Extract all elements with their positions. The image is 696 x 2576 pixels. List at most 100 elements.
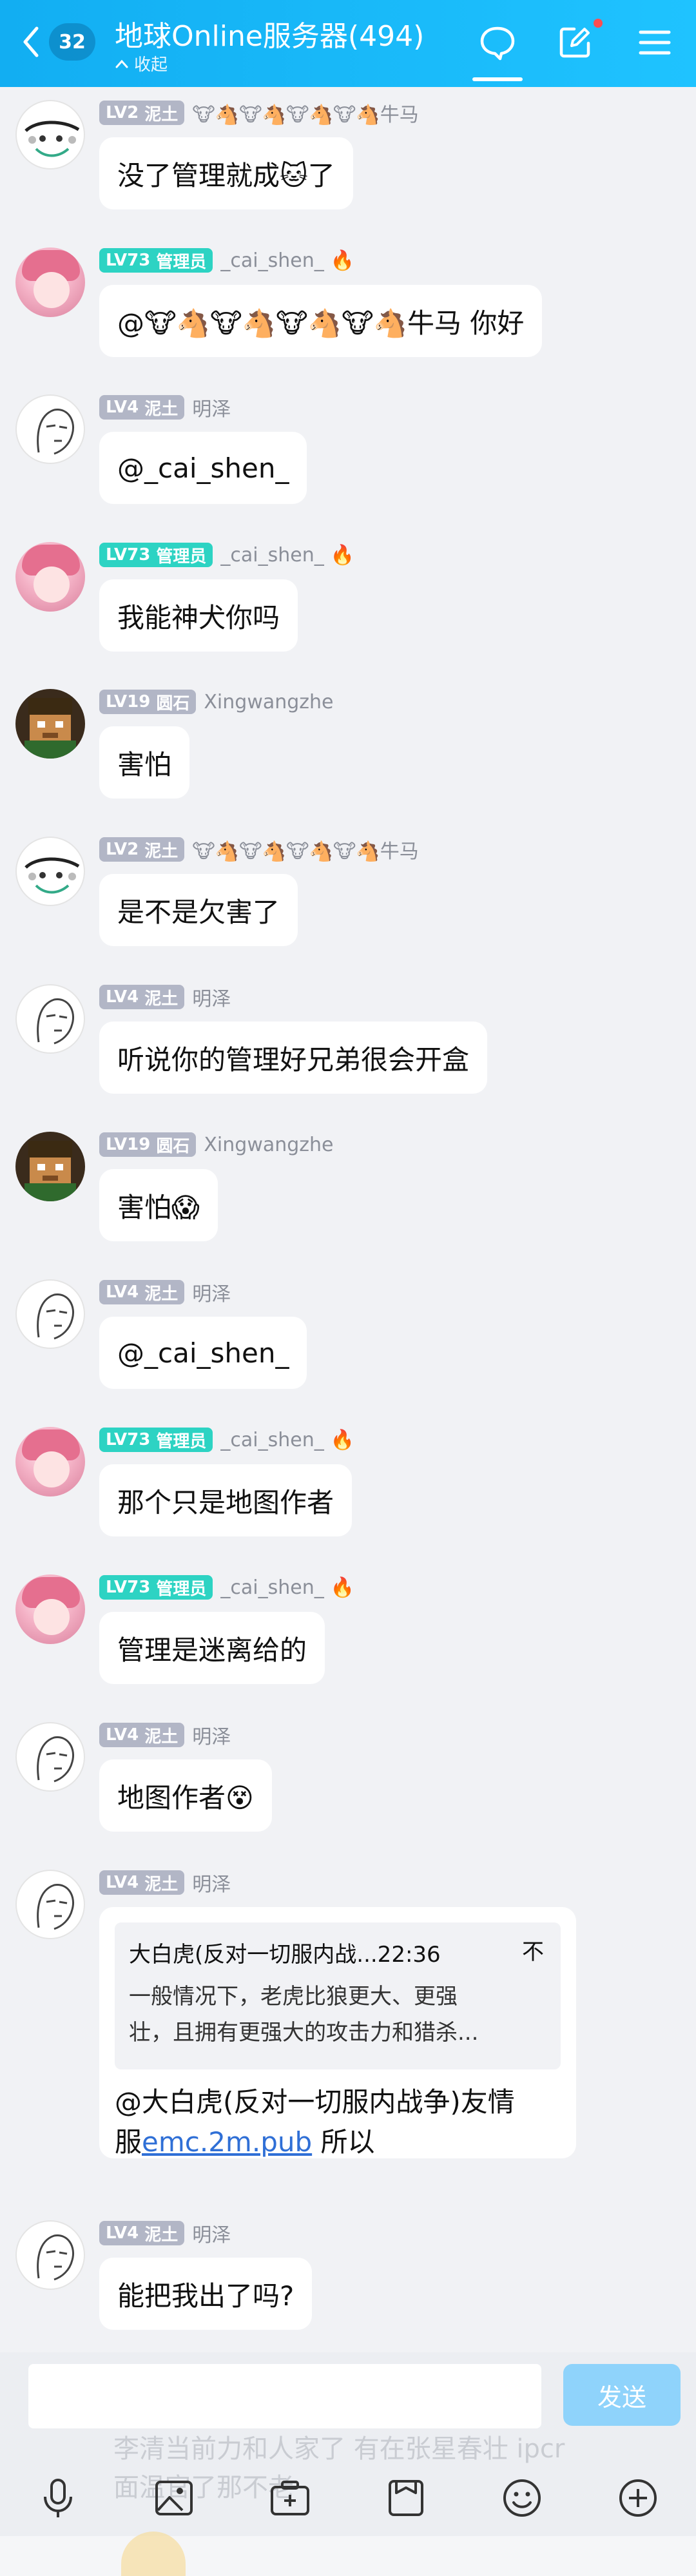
avatar[interactable] xyxy=(15,1427,85,1496)
sender-meta: LV4 泥土 明泽 xyxy=(99,1721,231,1749)
unread-count-badge: 32 xyxy=(49,23,95,61)
avatar[interactable] xyxy=(15,1722,85,1792)
fire-icon: 🔥 xyxy=(330,1428,355,1451)
sender-meta: LV2 泥土 🐮🐴🐮🐴🐮🐴🐮🐴牛马 xyxy=(99,835,419,864)
sender-name[interactable]: 明泽 xyxy=(192,1278,231,1306)
avatar[interactable] xyxy=(15,100,85,169)
camera-icon[interactable] xyxy=(266,2474,314,2523)
message-bubble[interactable]: @_cai_shen_ xyxy=(99,432,307,504)
sender-meta: LV19 圆石 Xingwangzhe xyxy=(99,688,334,716)
avatar[interactable] xyxy=(15,394,85,464)
sender-meta: LV4 泥土 明泽 xyxy=(99,983,231,1011)
level-badge: LV2 泥土 xyxy=(99,101,185,125)
sender-name[interactable]: 明泽 xyxy=(192,1721,231,1749)
level-badge: LV4 泥土 xyxy=(99,985,185,1009)
avatar[interactable] xyxy=(15,1279,85,1349)
sender-name[interactable]: 明泽 xyxy=(192,983,231,1011)
sender-name[interactable]: _cai_shen_ xyxy=(220,1429,324,1451)
message-bubble[interactable]: @_cai_shen_ xyxy=(99,1317,307,1389)
quote-body: 一般情况下，老虎比狼更大、更强 壮，且拥有更强大的攻击力和猎杀... xyxy=(129,1984,479,2046)
emoji-icon[interactable] xyxy=(498,2474,546,2523)
message-bubble[interactable]: 地图作者😵 xyxy=(99,1759,272,1832)
sender-meta: LV4 泥土 明泽 xyxy=(99,2219,231,2247)
send-button[interactable]: 发送 xyxy=(563,2364,681,2426)
sender-meta: LV2 泥土 🐮🐴🐮🐴🐮🐴🐮🐴牛马 xyxy=(99,99,419,127)
collapse-label: 收起 xyxy=(134,55,168,75)
sender-meta: LV73 管理员 _cai_shen_ 🔥 xyxy=(99,1426,354,1454)
level-badge: LV4 泥土 xyxy=(99,2221,185,2245)
message-bubble[interactable]: 管理是迷离给的 xyxy=(99,1612,325,1684)
level-badge: LV4 泥土 xyxy=(99,1870,185,1895)
plus-icon[interactable] xyxy=(614,2474,662,2523)
avatar[interactable] xyxy=(15,1574,85,1644)
avatar[interactable] xyxy=(15,542,85,612)
level-badge: LV19 圆石 xyxy=(99,690,197,714)
chevron-left-icon xyxy=(18,23,44,61)
menu-icon[interactable] xyxy=(632,19,678,66)
sender-meta: LV73 管理员 _cai_shen_ 🔥 xyxy=(99,541,354,569)
quoted-message[interactable]: 大白虎(反对一切服内战...22:36 不 一般情况下，老虎比狼更大、更强 壮，… xyxy=(115,1922,561,2069)
reply-message-bubble[interactable]: 大白虎(反对一切服内战...22:36 不 一般情况下，老虎比狼更大、更强 壮，… xyxy=(99,1907,576,2158)
level-badge: LV73 管理员 xyxy=(99,248,213,273)
microphone-icon[interactable] xyxy=(34,2474,82,2523)
avatar[interactable] xyxy=(15,984,85,1054)
bottom-strip xyxy=(0,2536,696,2576)
edit-icon[interactable] xyxy=(552,19,598,66)
level-badge: LV73 管理员 xyxy=(99,1428,213,1452)
sender-name[interactable]: _cai_shen_ xyxy=(220,249,324,272)
back-button[interactable]: 32 xyxy=(18,19,95,64)
level-badge: LV4 泥土 xyxy=(99,1723,185,1747)
chat-bubble-icon[interactable] xyxy=(474,19,521,66)
level-badge: LV2 泥土 xyxy=(99,837,185,862)
sender-name[interactable]: 🐮🐴🐮🐴🐮🐴🐮🐴牛马 xyxy=(192,835,418,864)
avatar[interactable] xyxy=(15,689,85,759)
sender-meta: LV73 管理员 _cai_shen_ 🔥 xyxy=(99,246,354,275)
sender-name[interactable]: _cai_shen_ xyxy=(220,1576,324,1599)
message-bubble[interactable]: @🐮🐴🐮🐴🐮🐴🐮🐴牛马 你好 xyxy=(99,285,543,357)
sender-name[interactable]: Xingwangzhe xyxy=(204,1134,333,1156)
collapse-toggle[interactable]: 收起 xyxy=(115,52,168,75)
notification-dot xyxy=(592,17,604,29)
quote-header: 大白虎(反对一切服内战...22:36 xyxy=(129,1942,441,1968)
input-toolbar xyxy=(0,2462,696,2533)
sender-name[interactable]: _cai_shen_ xyxy=(220,544,324,567)
message-bubble[interactable]: 害怕😱 xyxy=(99,1169,218,1241)
image-icon[interactable] xyxy=(150,2474,198,2523)
message-bubble[interactable]: 那个只是地图作者 xyxy=(99,1464,353,1536)
fire-icon: 🔥 xyxy=(330,249,355,272)
avatar[interactable] xyxy=(15,837,85,906)
active-tab-indicator xyxy=(472,77,523,81)
avatar[interactable] xyxy=(15,1870,85,1939)
sender-name[interactable]: Xingwangzhe xyxy=(204,691,333,713)
avatar[interactable] xyxy=(15,1132,85,1201)
sender-name[interactable]: 明泽 xyxy=(192,1868,231,1897)
message-bubble[interactable]: 害怕 xyxy=(99,726,190,799)
quote-truncation-char: 不 xyxy=(522,1939,544,1965)
message-bubble[interactable]: 没了管理就成🐱了 xyxy=(99,137,353,209)
message-bubble[interactable]: 我能神犬你吗 xyxy=(99,579,298,652)
level-badge: LV4 泥土 xyxy=(99,395,185,420)
chevron-up-icon xyxy=(115,59,128,68)
sender-name[interactable]: 明泽 xyxy=(192,393,231,421)
sender-name[interactable]: 明泽 xyxy=(192,2219,231,2247)
message-bubble[interactable]: 听说你的管理好兄弟很会开盒 xyxy=(99,1022,488,1094)
file-icon[interactable] xyxy=(382,2474,430,2523)
sender-meta: LV19 圆石 Xingwangzhe xyxy=(99,1130,334,1159)
avatar[interactable] xyxy=(15,247,85,317)
message-bubble[interactable]: 能把我出了吗? xyxy=(99,2258,313,2330)
sender-meta: LV4 泥土 明泽 xyxy=(99,393,231,421)
message-bubble[interactable]: 是不是欠害了 xyxy=(99,874,298,946)
avatar[interactable] xyxy=(15,2220,85,2290)
sender-meta: LV73 管理员 _cai_shen_ 🔥 xyxy=(99,1573,354,1602)
message-input[interactable] xyxy=(28,2364,541,2428)
input-area: 李清当前力和人家了 有在张星春壮 ipcr 面温官了那不老 发送 xyxy=(0,2352,696,2576)
sender-meta: LV4 泥土 明泽 xyxy=(99,1278,231,1306)
level-badge: LV19 圆石 xyxy=(99,1132,197,1157)
link[interactable]: emc.2m.pub xyxy=(142,2126,312,2158)
sender-meta: LV4 泥土 明泽 xyxy=(99,1868,231,1897)
sender-name[interactable]: 🐮🐴🐮🐴🐮🐴🐮🐴牛马 xyxy=(192,99,418,127)
fire-icon: 🔥 xyxy=(330,543,355,567)
reply-text: @大白虎(反对一切服内战争)友情 服emc.2m.pub 所以 xyxy=(115,2086,515,2158)
chat-title[interactable]: 地球Online服务器(494) xyxy=(115,13,424,54)
chat-header: 32 地球Online服务器(494) 收起 xyxy=(0,0,696,87)
